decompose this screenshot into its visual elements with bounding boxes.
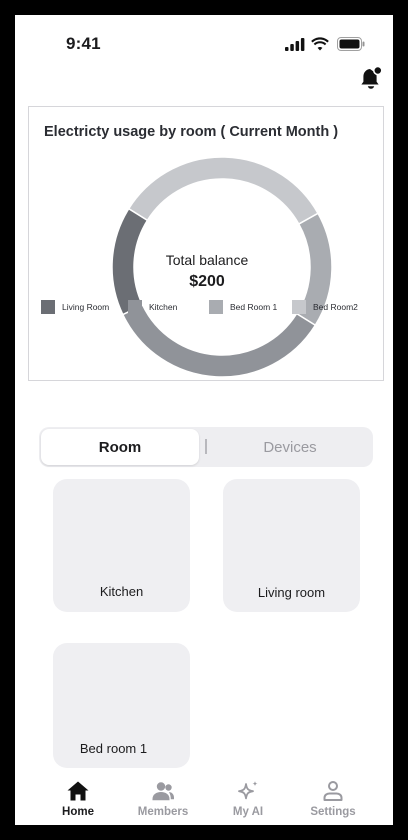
wifi-icon [311, 37, 329, 51]
tab-settings[interactable]: Settings [293, 770, 373, 825]
usage-donut-chart [111, 156, 333, 378]
chart-legend: Living Room Kitchen Bed Room 1 Bed Room2 [41, 299, 361, 315]
bottom-tab-bar: Home Members My AI Settings [15, 770, 393, 825]
donut-slice-bed-room2 [127, 156, 320, 226]
legend-label: Kitchen [149, 302, 178, 312]
tab-label: Home [62, 806, 94, 818]
room-name: Living room [257, 585, 326, 600]
room-card-living-room[interactable]: Living room [223, 479, 360, 612]
members-icon [152, 782, 174, 801]
legend-item: Bed Room 1 [209, 299, 277, 315]
tab-room[interactable]: Room [41, 429, 199, 465]
home-icon [67, 781, 89, 801]
room-card-kitchen[interactable]: Kitchen [53, 479, 190, 612]
tab-home[interactable]: Home [38, 770, 118, 825]
total-balance-value: $200 [189, 273, 225, 290]
app-screen: 9:41 Electricty usage by room ( Current … [15, 15, 393, 825]
tab-label: Members [137, 806, 189, 818]
segment-divider [205, 439, 207, 454]
legend-label: Living Room [62, 302, 110, 312]
usage-chart-card: Electricty usage by room ( Current Month… [28, 106, 384, 381]
legend-label: Bed Room2 [313, 302, 358, 312]
legend-item: Bed Room2 [292, 299, 358, 315]
person-icon [323, 781, 343, 801]
legend-swatch [292, 300, 306, 314]
legend-label: Bed Room 1 [230, 302, 278, 312]
legend-swatch [209, 300, 223, 314]
legend-item: Kitchen [128, 299, 177, 315]
room-name: Bed room 1 [79, 741, 148, 756]
total-balance-label: Total balance [165, 252, 249, 268]
room-card-bed-room-1[interactable]: Bed room 1 [53, 643, 190, 768]
battery-icon [337, 37, 365, 51]
room-devices-toggle: Room Devices [39, 427, 373, 467]
status-time: 9:41 [66, 34, 101, 53]
tab-label: Settings [310, 806, 356, 818]
tab-members[interactable]: Members [123, 770, 203, 825]
legend-swatch [128, 300, 142, 314]
legend-swatch [41, 300, 55, 314]
room-name: Kitchen [99, 584, 144, 599]
notification-bell-icon[interactable] [359, 65, 383, 91]
sparkle-icon [238, 781, 258, 800]
tab-my-ai[interactable]: My AI [208, 770, 288, 825]
tab-label: My AI [232, 806, 264, 818]
cellular-signal-icon [285, 38, 305, 51]
status-bar: 9:41 [15, 15, 393, 65]
donut-slice-kitchen [121, 304, 317, 378]
tab-devices[interactable]: Devices [215, 429, 365, 465]
legend-item: Living Room [41, 299, 109, 315]
